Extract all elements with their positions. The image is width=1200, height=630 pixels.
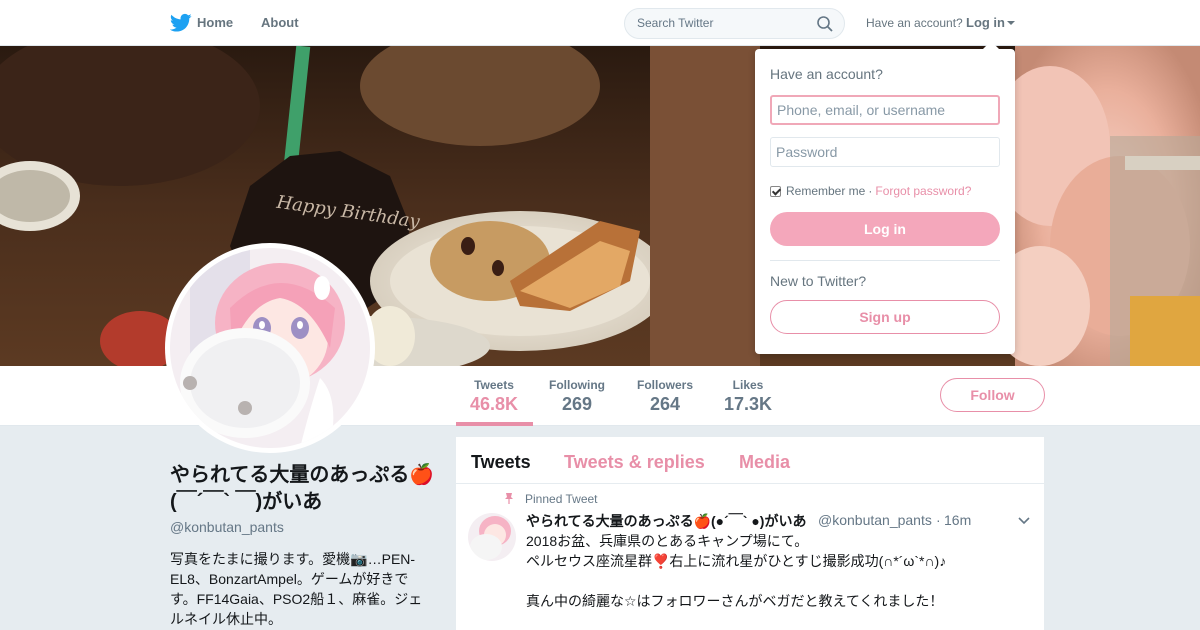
forgot-password-link[interactable]: Forgot password? — [875, 184, 971, 198]
tweet-text-line: 真ん中の綺麗な☆はフォロワーさんがベガだと教えてくれました！ — [526, 593, 944, 609]
top-nav: Home About Search Twitter Have an accoun… — [0, 0, 1200, 46]
search-icon[interactable] — [816, 15, 834, 33]
login-dropdown-title: Have an account? — [770, 66, 883, 82]
username-field[interactable] — [770, 95, 1000, 125]
login-button[interactable]: Log in — [770, 212, 1000, 246]
stat-tweets[interactable]: Tweets 46.8K — [470, 378, 518, 415]
password-field[interactable] — [770, 137, 1000, 167]
dropdown-divider — [770, 260, 1000, 261]
new-to-twitter-text: New to Twitter? — [770, 273, 867, 289]
login-dropdown: Have an account? Remember me · Forgot pa… — [755, 41, 1015, 354]
have-account-text: Have an account? — [866, 16, 963, 30]
twitter-bird-icon[interactable] — [170, 13, 192, 33]
tweet-avatar-image — [468, 513, 516, 561]
profile-avatar[interactable] — [165, 243, 375, 453]
tab-tweets-replies[interactable]: Tweets & replies — [564, 452, 705, 473]
timeline-divider — [456, 483, 1044, 484]
pin-icon — [505, 493, 513, 504]
stat-following[interactable]: Following 269 — [548, 378, 606, 415]
pinned-tweet-label: Pinned Tweet — [525, 492, 598, 506]
profile-name[interactable]: やられてる大量のあっぷる🍎(￣´￣` ￣)がいあ — [170, 462, 440, 516]
stat-followers[interactable]: Followers 264 — [636, 378, 694, 415]
remember-me-row: Remember me · Forgot password? — [770, 184, 971, 198]
stat-label: Likes — [732, 378, 764, 392]
caret-down-icon[interactable] — [1007, 21, 1015, 25]
search-input[interactable]: Search Twitter — [624, 8, 845, 39]
follow-button[interactable]: Follow — [940, 378, 1045, 412]
tab-tweets[interactable]: Tweets — [471, 452, 531, 473]
avatar-image — [170, 248, 370, 448]
stat-label: Following — [549, 378, 605, 392]
remember-me-label[interactable]: Remember me — [786, 184, 865, 198]
stat-label: Tweets — [474, 378, 514, 392]
tweet-text-line: 2018お盆、兵庫県のとあるキャンプ場にて。 — [526, 533, 809, 549]
profile-handle[interactable]: @konbutan_pants — [170, 519, 284, 535]
tweet-avatar[interactable] — [468, 513, 516, 561]
tweet-author-name[interactable]: やられてる大量のあっぷる🍎(●´￣` ●)がいあ — [526, 511, 806, 531]
stat-label: Followers — [636, 378, 693, 392]
tweet-author-handle[interactable]: @konbutan_pants — [818, 512, 932, 528]
stat-value: 46.8K — [470, 394, 519, 414]
timeline: Tweets Tweets & replies Media Pinned Twe… — [456, 437, 1044, 630]
search-placeholder: Search Twitter — [637, 16, 714, 30]
separator-dot: · — [868, 184, 873, 198]
tweet-timestamp[interactable]: 16m — [944, 512, 971, 528]
nav-home-link[interactable]: Home — [197, 15, 233, 30]
nav-about-link[interactable]: About — [261, 15, 299, 30]
stat-value: 269 — [561, 394, 593, 414]
remember-me-checkbox[interactable] — [770, 185, 781, 197]
profile-bio: 写真をたまに撮ります。愛機📷…PEN-EL8、BonzartAmpel。ゲームが… — [170, 551, 423, 627]
chevron-down-icon[interactable] — [1018, 517, 1030, 525]
stat-value: 264 — [649, 394, 681, 414]
active-tab-indicator — [456, 422, 533, 426]
signup-button[interactable]: Sign up — [770, 300, 1000, 334]
tab-media[interactable]: Media — [739, 452, 790, 473]
login-link[interactable]: Log in — [966, 15, 1005, 30]
tweet-text-line: ペルセウス座流星群❣️右上に流れ星がひとすじ撮影成功(∩*´ω`*∩)♪ — [526, 553, 947, 569]
stat-value: 17.3K — [724, 394, 773, 414]
stat-likes[interactable]: Likes 17.3K — [724, 378, 772, 415]
tweet-separator: · — [936, 512, 941, 528]
